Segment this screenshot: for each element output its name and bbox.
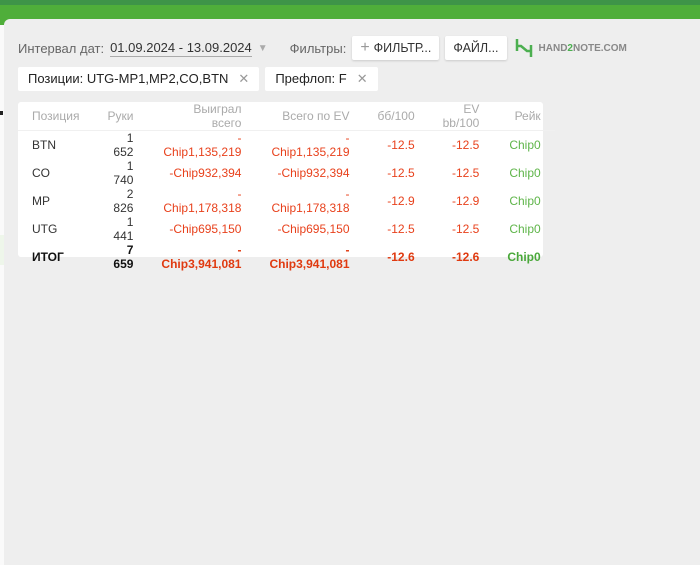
filter-chip-preflop[interactable]: Префлоп: F ✕ [265, 67, 378, 91]
table-cell: Chip0 [509, 194, 541, 208]
table-cell: -Chip1,135,219 [271, 131, 350, 159]
table-cell: Chip0 [509, 222, 541, 236]
table-cell: -12.9 [451, 194, 480, 208]
column-header[interactable]: EV bb/100 [428, 102, 494, 131]
table-cell: -Chip1,135,219 [163, 131, 242, 159]
table-cell: MP [32, 194, 50, 208]
table-cell: -Chip932,394 [277, 166, 350, 180]
column-header[interactable]: бб/100 [363, 102, 429, 131]
active-filters: Позиции: UTG-MP1,MP2,CO,BTN ✕ Префлоп: F ✕ [18, 67, 384, 91]
date-interval-label: Интервал дат: [18, 40, 105, 56]
total-row[interactable]: ИТОГ 7 659 -Chip3,941,081 -Chip3,941,081 -12… [18, 243, 555, 271]
table-cell: Chip0 [509, 166, 541, 180]
file-button[interactable]: ФАЙЛ... [445, 36, 507, 60]
table-cell: -12.9 [387, 194, 415, 208]
close-icon[interactable]: ✕ [238, 71, 249, 86]
table-cell: -12.5 [387, 138, 415, 152]
table-row[interactable]: CO 1 740 -Chip932,394 -Chip932,394 -12.5 -12.… [18, 159, 555, 187]
table-cell: 7 659 [113, 243, 134, 271]
marker [0, 111, 3, 115]
filters-label: Фильтры: [289, 40, 347, 56]
table-cell: BTN [32, 138, 56, 152]
table-cell: -Chip695,150 [277, 222, 350, 236]
table-cell: 1 652 [113, 131, 134, 159]
report-panel [4, 19, 700, 565]
table-cell: -12.5 [451, 138, 480, 152]
column-header[interactable]: Всего по EV [255, 102, 364, 131]
table-cell: -12.5 [451, 166, 480, 180]
table-cell: 2 826 [113, 187, 134, 215]
hand2note-logo: HAND2NOTE.COM [515, 38, 627, 58]
table-cell: -12.5 [387, 166, 415, 180]
chip-label: Позиции: UTG-MP1,MP2,CO,BTN [28, 71, 229, 86]
table-row[interactable]: MP 2 826 -Chip1,178,318 -Chip1,178,318 -12.9… [18, 187, 555, 215]
table-cell: -12.6 [451, 250, 480, 264]
table-cell: -12.5 [451, 222, 480, 236]
table-cell: -Chip3,941,081 [161, 243, 242, 271]
table-cell: -12.6 [387, 250, 415, 264]
table-cell: Chip0 [509, 138, 541, 152]
column-header[interactable]: Руки [93, 102, 148, 131]
stats-table: Позиция Руки Выиграл всего Всего по EV бб/10… [18, 102, 555, 271]
table-cell: UTG [32, 222, 58, 236]
table-cell: CO [32, 166, 50, 180]
table-cell: -Chip695,150 [169, 222, 242, 236]
chip-label: Префлоп: F [275, 71, 347, 86]
table-cell: ИТОГ [32, 250, 64, 264]
table-row[interactable]: UTG 1 441 -Chip695,150 -Chip695,150 -12.5 -12… [18, 215, 555, 243]
table-cell: -Chip1,178,318 [163, 187, 242, 215]
table-cell: -Chip3,941,081 [269, 243, 350, 271]
table-cell: -12.5 [387, 222, 415, 236]
column-header[interactable]: Позиция [18, 102, 94, 131]
chevron-down-icon[interactable]: ▼ [258, 43, 268, 54]
table-cell: Chip0 [507, 250, 541, 264]
close-icon[interactable]: ✕ [357, 71, 368, 86]
filter-chip-positions[interactable]: Позиции: UTG-MP1,MP2,CO,BTN ✕ [18, 67, 260, 91]
add-filter-button[interactable]: + ФИЛЬТР... [352, 36, 440, 60]
column-header[interactable]: Выиграл всего [147, 102, 256, 131]
add-filter-label: ФИЛЬТР... [373, 41, 432, 55]
column-header[interactable]: Рейк [493, 102, 555, 131]
table-cell: -Chip1,178,318 [271, 187, 350, 215]
table-cell: 1 441 [113, 215, 134, 243]
table-row[interactable]: BTN 1 652 -Chip1,135,219 -Chip1,135,219 -12.… [18, 131, 555, 159]
table-cell: 1 740 [113, 159, 134, 187]
date-interval-select[interactable]: 01.09.2024 - 13.09.2024 [110, 40, 252, 57]
table-header: Позиция Руки Выиграл всего Всего по EV бб/10… [18, 102, 555, 131]
filter-toolbar: Интервал дат: 01.09.2024 - 13.09.2024 ▼ … [18, 36, 627, 60]
table-cell: -Chip932,394 [169, 166, 242, 180]
plus-icon: + [360, 39, 370, 56]
logo-icon [515, 39, 532, 57]
